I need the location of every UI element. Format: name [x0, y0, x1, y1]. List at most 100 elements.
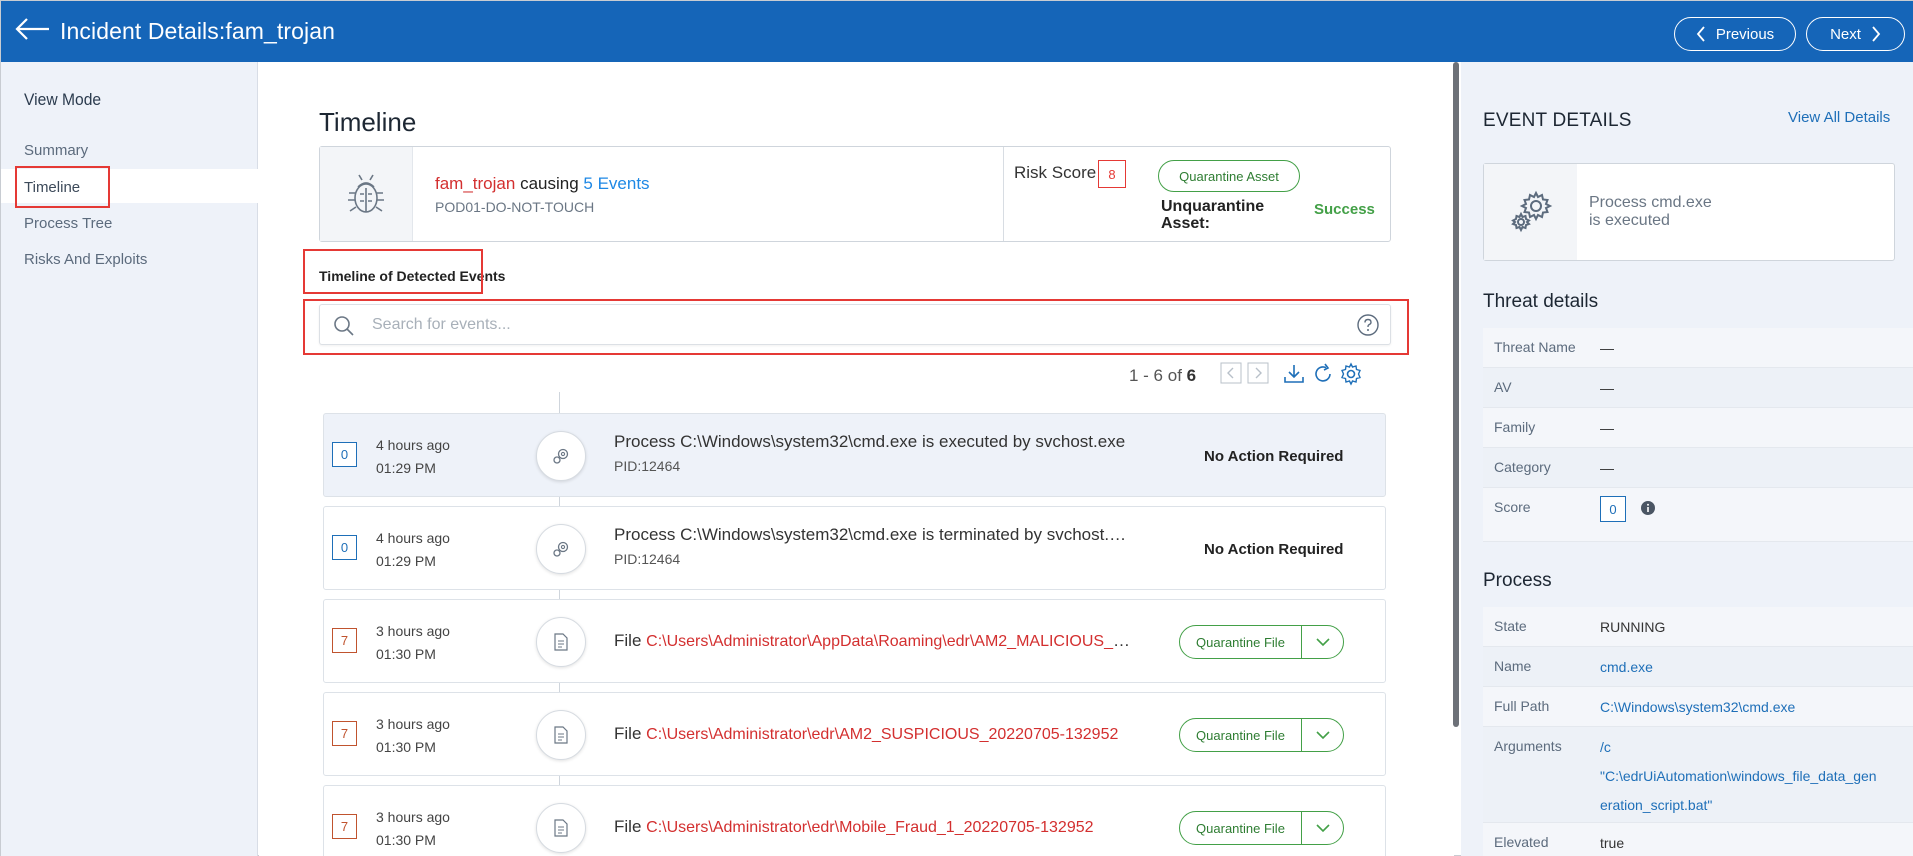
threat-detail-row: Score 0 — [1483, 488, 1913, 542]
event-prefix: File — [614, 631, 642, 650]
event-description: File C:\Users\Administrator\AppData\Roam… — [614, 631, 1134, 651]
process-argument-line: /c — [1600, 739, 1611, 755]
main-scrollbar[interactable] — [1453, 62, 1459, 727]
threat-detail-row: AV — — [1483, 368, 1913, 408]
event-pid: PID:12464 — [614, 458, 681, 474]
event-relative-time: 4 hours ago — [376, 530, 450, 546]
process-arguments-value[interactable]: /c "C:\edrUiAutomation\windows_file_data… — [1600, 733, 1877, 820]
previous-button[interactable]: Previous — [1674, 17, 1796, 51]
event-description: File C:\Users\Administrator\edr\AM2_SUSP… — [614, 724, 1134, 744]
process-detail-row: Full Path C:\Windows\system32\cmd.exe — [1483, 687, 1913, 727]
sidebar-item-risks-and-exploits[interactable]: Risks And Exploits — [24, 251, 147, 268]
event-clock-time: 01:30 PM — [376, 646, 436, 662]
help-icon[interactable] — [1356, 313, 1380, 337]
search-icon — [334, 316, 354, 336]
timeline-event-row[interactable]: 7 3 hours ago 01:30 PM File C:\Users\Adm… — [323, 599, 1386, 683]
event-score-badge: 7 — [332, 628, 357, 653]
process-full-path-link[interactable]: C:\Windows\system32\cmd.exe — [1600, 699, 1795, 715]
event-clock-time: 01:30 PM — [376, 739, 436, 755]
process-detail-key: Name — [1494, 658, 1532, 674]
quarantine-asset-button[interactable]: Quarantine Asset — [1158, 160, 1300, 192]
event-description: Process C:\Windows\system32\cmd.exe is t… — [614, 525, 1134, 544]
incident-title: Incident Details:fam_trojan — [60, 18, 336, 44]
event-relative-time: 3 hours ago — [376, 716, 450, 732]
next-page-icon[interactable] — [1247, 362, 1269, 384]
unquarantine-asset-label: Unquarantine Asset: — [1161, 198, 1265, 232]
event-relative-time: 3 hours ago — [376, 623, 450, 639]
risk-score-badge: 8 — [1098, 160, 1126, 188]
view-mode-sidebar: View Mode Summary Timeline Process Tree … — [1, 62, 258, 856]
page-title: Timeline — [319, 107, 417, 137]
back-arrow-icon[interactable] — [15, 17, 51, 45]
process-detail-value: RUNNING — [1600, 619, 1666, 635]
previous-page-icon[interactable] — [1220, 362, 1242, 384]
summary-divider — [1003, 147, 1004, 241]
process-detail-key: State — [1494, 618, 1527, 634]
event-file-path[interactable]: C:\Users\Administrator\edr\AM2_SUSPICIOU… — [646, 726, 1118, 743]
threat-score-badge: 0 — [1600, 496, 1626, 522]
timeline-event-row[interactable]: 0 4 hours ago 01:29 PM Process C:\Window… — [323, 506, 1386, 590]
process-argument-line: eration_script.bat" — [1600, 797, 1713, 813]
timeline-event-row[interactable]: 7 3 hours ago 01:30 PM File C:\Users\Adm… — [323, 785, 1386, 856]
risk-score-label: Risk Score — [1014, 163, 1097, 182]
process-argument-line: "C:\edrUiAutomation\windows_file_data_ge… — [1600, 768, 1877, 784]
threat-detail-key: Family — [1494, 419, 1536, 435]
events-count-link[interactable]: 5 Events — [583, 174, 649, 193]
event-relative-time: 4 hours ago — [376, 437, 450, 453]
threat-detail-row: Threat Name — — [1483, 328, 1913, 368]
refresh-icon[interactable] — [1311, 362, 1335, 386]
sidebar-item-summary[interactable]: Summary — [24, 142, 88, 159]
event-pid: PID:12464 — [614, 551, 681, 567]
event-summary-line1: Process cmd.exe — [1589, 194, 1712, 211]
event-prefix: File — [614, 817, 642, 836]
timeline-event-row[interactable]: 7 3 hours ago 01:30 PM File C:\Users\Adm… — [323, 692, 1386, 776]
event-file-path[interactable]: C:\Users\Administrator\AppData\Roaming\e… — [646, 631, 1134, 650]
process-detail-key: Arguments — [1494, 738, 1562, 754]
chevron-down-icon[interactable] — [1302, 626, 1343, 658]
event-file-path[interactable]: C:\Users\Administrator\edr\Mobile_Fraud_… — [646, 819, 1093, 836]
event-summary-text: Process cmd.exe is executed — [1589, 194, 1712, 230]
download-icon[interactable] — [1282, 362, 1306, 386]
chevron-down-icon[interactable] — [1302, 812, 1343, 844]
process-detail-row: Arguments /c "C:\edrUiAutomation\windows… — [1483, 727, 1913, 823]
event-details-panel: EVENT DETAILS View All Details Process c… — [1461, 62, 1913, 856]
unquarantine-status: Success — [1314, 201, 1375, 218]
event-time: 3 hours ago 01:30 PM — [376, 713, 450, 759]
event-search-input[interactable] — [372, 313, 1272, 337]
timeline-event-row[interactable]: 0 4 hours ago 01:29 PM Process C:\Window… — [323, 413, 1386, 497]
threat-detail-value: — — [1600, 340, 1614, 356]
settings-gear-icon[interactable] — [1339, 362, 1363, 386]
threat-details-title: Threat details — [1483, 291, 1599, 312]
quarantine-file-label[interactable]: Quarantine File — [1180, 719, 1302, 751]
quarantine-file-label[interactable]: Quarantine File — [1180, 812, 1302, 844]
sidebar-item-timeline[interactable]: Timeline — [24, 179, 80, 196]
event-description: Process C:\Windows\system32\cmd.exe is e… — [614, 432, 1126, 451]
event-time: 3 hours ago 01:30 PM — [376, 806, 450, 852]
quarantine-file-button[interactable]: Quarantine File — [1179, 718, 1344, 752]
info-icon[interactable] — [1640, 500, 1656, 516]
process-name-link[interactable]: cmd.exe — [1600, 659, 1653, 675]
process-gear-icon — [536, 431, 586, 481]
chevron-down-icon[interactable] — [1302, 719, 1343, 751]
main-content: Timeline fam_trojan causing 5 Events POD… — [259, 62, 1454, 856]
incident-summary-card: fam_trojan causing 5 Events POD01-DO-NOT… — [319, 146, 1391, 242]
view-all-details-link[interactable]: View All Details — [1788, 109, 1890, 126]
top-header: Incident Details:fam_trojan Previous Nex… — [1, 1, 1913, 62]
pod-name: POD01-DO-NOT-TOUCH — [435, 199, 595, 215]
threat-detail-value: — — [1600, 420, 1614, 436]
quarantine-file-button[interactable]: Quarantine File — [1179, 811, 1344, 845]
quarantine-file-label[interactable]: Quarantine File — [1180, 626, 1302, 658]
process-detail-row: State RUNNING — [1483, 607, 1913, 647]
next-button[interactable]: Next — [1806, 17, 1905, 51]
sidebar-item-process-tree[interactable]: Process Tree — [24, 215, 112, 232]
event-summary-line2: is executed — [1589, 212, 1670, 229]
threat-summary-line: fam_trojan causing 5 Events — [435, 174, 650, 194]
process-detail-key: Full Path — [1494, 698, 1550, 714]
quarantine-file-button[interactable]: Quarantine File — [1179, 625, 1344, 659]
event-clock-time: 01:29 PM — [376, 460, 436, 476]
next-label: Next — [1830, 25, 1861, 43]
chevron-left-icon — [1696, 26, 1705, 42]
process-detail-row: Name cmd.exe — [1483, 647, 1913, 687]
pagination-range: 1 - 6 of — [1129, 366, 1182, 385]
timeline-section-title: Timeline of Detected Events — [319, 268, 506, 284]
